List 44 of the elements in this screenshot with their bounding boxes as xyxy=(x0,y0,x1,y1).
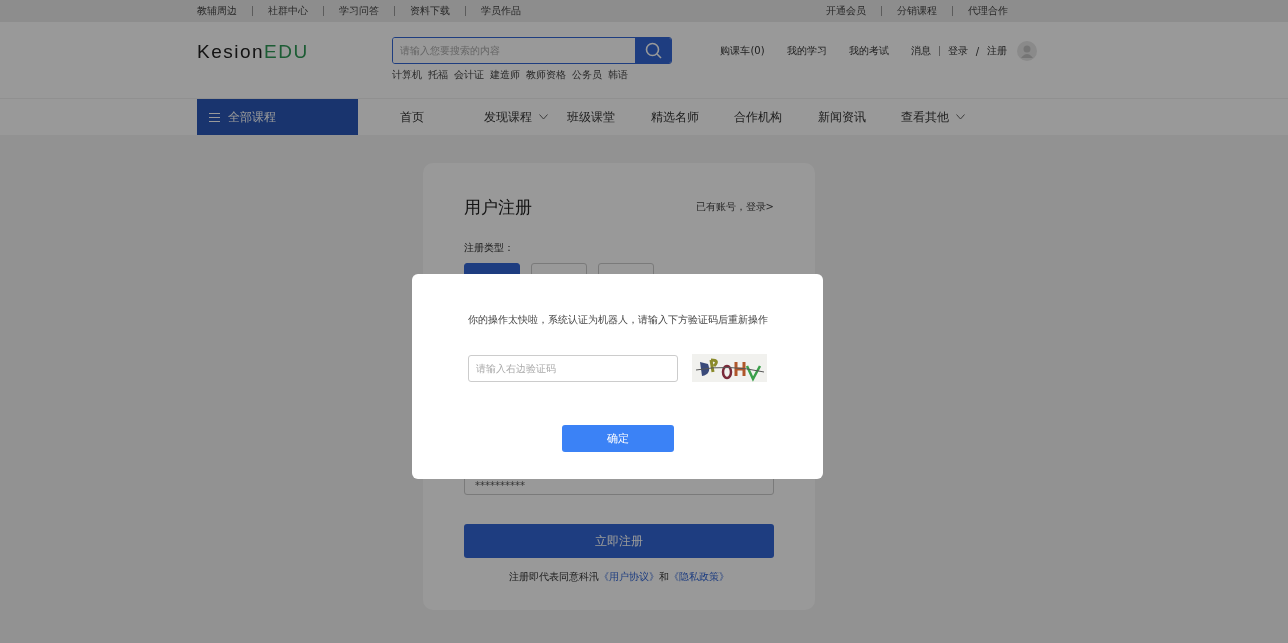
login-link[interactable]: 已有账号，登录> xyxy=(695,200,774,214)
user-link[interactable]: 购课车(0) xyxy=(720,44,765,58)
nav-link[interactable]: 精选名师 xyxy=(650,99,734,135)
top-link[interactable]: 社群中心 xyxy=(252,6,323,16)
nav-link[interactable]: 合作机构 xyxy=(734,99,818,135)
keyword-link[interactable]: 托福 xyxy=(428,68,449,82)
user-link[interactable]: 消息 xyxy=(910,46,940,56)
user-link[interactable]: 我的学习 xyxy=(786,44,827,58)
top-link[interactable]: 代理合作 xyxy=(952,6,1008,16)
user-link[interactable]: 我的考试 xyxy=(848,44,889,58)
nav-link[interactable]: 查看其他 xyxy=(901,99,985,135)
register-button[interactable]: 立即注册 xyxy=(464,524,774,558)
register-link[interactable]: 注册 xyxy=(987,44,1007,58)
field-label: 注册类型： xyxy=(464,241,514,255)
top-link[interactable]: 分销课程 xyxy=(881,6,952,16)
nav-link[interactable]: 班级课堂 xyxy=(567,99,651,135)
top-link[interactable]: 开通会员 xyxy=(826,6,881,16)
nav-link[interactable]: 新闻资讯 xyxy=(817,99,901,135)
search-icon xyxy=(644,42,662,59)
menu-icon xyxy=(209,112,220,122)
keyword-link[interactable]: 韩语 xyxy=(608,68,629,82)
card-title: 用户注册 xyxy=(464,195,532,219)
privacy-link[interactable]: 《隐私政策》 xyxy=(669,571,729,582)
top-link[interactable]: 资料下载 xyxy=(394,6,465,16)
terms-link[interactable]: 《用户协议》 xyxy=(599,571,659,582)
separator: / xyxy=(975,45,979,57)
login-link[interactable]: 登录 xyxy=(947,44,968,58)
keyword-link[interactable]: 计算机 xyxy=(392,68,423,82)
top-link[interactable]: 学习问答 xyxy=(323,6,394,16)
search-button[interactable] xyxy=(635,38,672,63)
nav-link[interactable]: 发现课程 xyxy=(483,99,567,135)
keyword-link[interactable]: 建造师 xyxy=(490,68,521,82)
all-courses-button[interactable]: 全部课程 xyxy=(197,99,358,135)
logo[interactable]: KesionEDU xyxy=(197,41,393,63)
confirm-button[interactable]: 确定 xyxy=(561,425,674,452)
top-link[interactable]: 教辅周边 xyxy=(197,6,252,16)
keyword-link[interactable]: 会计证 xyxy=(454,68,485,82)
nav-link[interactable]: 首页 xyxy=(400,99,484,135)
captcha-field[interactable]: 请输入右边验证码 xyxy=(468,354,678,382)
keyword-link[interactable]: 教师资格 xyxy=(526,68,567,82)
keyword-link[interactable]: 公务员 xyxy=(572,68,603,82)
dialog-message: 你的操作太快啦，系统认证为机器人，请输入下方验证码后重新操作 xyxy=(467,314,768,327)
top-link[interactable]: 学员作品 xyxy=(465,6,536,16)
agreement-text: 注册即代表同意科汛《用户协议》和《隐私政策》 xyxy=(508,570,730,584)
